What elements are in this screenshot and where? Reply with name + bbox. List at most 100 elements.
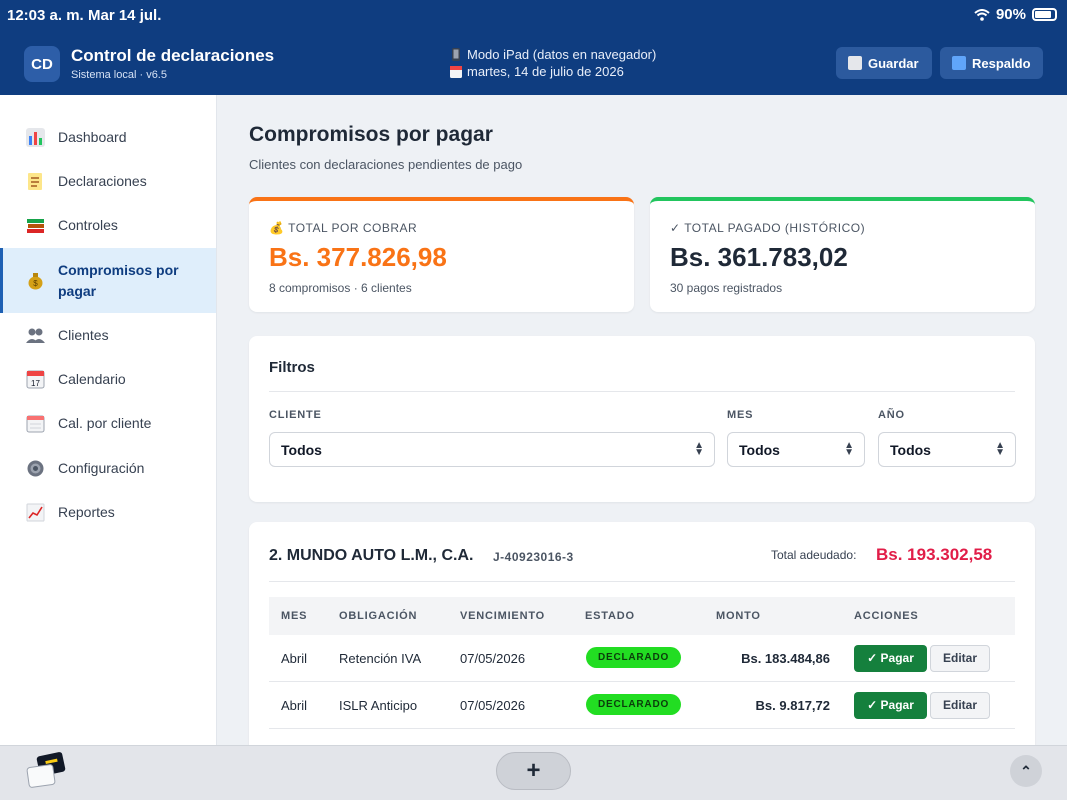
filters-card: Filtros CLIENTE MES AÑO Todos ▲ ▼ Todos ▲… [249, 336, 1035, 502]
owed-label: Total adeudado: [771, 548, 857, 562]
stat-value: Bs. 377.826,98 [269, 242, 447, 272]
sidebar-item-label: Calendario [58, 371, 126, 387]
status-date: Mar 14 jul. [88, 7, 162, 24]
pay-button[interactable]: ✓ Pagar [854, 645, 927, 672]
app-header: CD Control de declaraciones Sistema loca… [0, 30, 1067, 95]
money-bag-icon: 💰 [269, 221, 285, 235]
status-right: 90% [974, 6, 1057, 23]
sidebar-item-label: Controles [58, 217, 118, 233]
sidebar-item-declaraciones[interactable]: Declaraciones [0, 164, 216, 198]
sidebar-item-controles[interactable]: Controles [0, 208, 216, 242]
col-mes: MES [281, 610, 308, 622]
sidebar: Dashboard Declaraciones Controles $ Comp… [0, 95, 217, 745]
calendar-icon: 17 [26, 370, 45, 388]
main-content: Compromisos por pagar Clientes con decla… [217, 95, 1067, 762]
sidebar-item-clientes[interactable]: Clientes [0, 318, 216, 352]
sidebar-item-label: Reportes [58, 504, 115, 520]
sidebar-item-reportes[interactable]: Reportes [0, 495, 216, 529]
wifi-icon [974, 8, 990, 21]
cliente-label: CLIENTE [269, 409, 322, 421]
col-obligacion: OBLIGACIÓN [339, 610, 418, 622]
stat-total-por-cobrar: 💰 TOTAL POR COBRAR Bs. 377.826,98 8 comp… [249, 197, 634, 312]
backup-button[interactable]: Respaldo [940, 47, 1043, 79]
owed-value: Bs. 193.302,58 [876, 545, 993, 564]
cell-vencimiento: 07/05/2026 [460, 651, 526, 666]
mode-text: Modo iPad (datos en navegador) [467, 47, 657, 62]
stat-label: 💰 TOTAL POR COBRAR [269, 221, 418, 235]
save-button[interactable]: Guardar [836, 47, 932, 79]
col-vencimiento: VENCIMIENTO [460, 610, 545, 622]
calendar-icon [450, 66, 462, 78]
sidebar-item-label: Dashboard [58, 129, 127, 145]
col-estado: ESTADO [585, 610, 635, 622]
sidebar-item-calendario[interactable]: 17 Calendario [0, 362, 216, 396]
sidebar-item-label: Configuración [58, 460, 145, 476]
table-header: MES OBLIGACIÓN VENCIMIENTO ESTADO MONTO … [269, 597, 1015, 635]
add-button[interactable]: + [496, 752, 571, 790]
chevron-up-icon[interactable]: ⌃ [1010, 755, 1042, 787]
page-subtitle: Clientes con declaraciones pendientes de… [249, 157, 523, 172]
bottom-dock: + ⌃ [0, 745, 1067, 800]
status-bar: 12:03 a. m. Mar 14 jul. 90% [0, 0, 1067, 30]
sidebar-item-label: Clientes [58, 327, 109, 343]
col-acciones: ACCIONES [854, 610, 919, 622]
battery-percent: 90% [995, 6, 1026, 23]
phone-icon [452, 48, 460, 61]
anio-select[interactable]: Todos ▲ ▼ [878, 432, 1016, 467]
app-title: Control de declaraciones [71, 46, 275, 65]
client-card: 2. MUNDO AUTO L.M., C.A. J-40923016-3 To… [249, 522, 1035, 762]
save-button-label: Guardar [868, 55, 919, 71]
memo-icon [28, 172, 42, 190]
chevron-updown-icon: ▲ ▼ [995, 440, 1005, 458]
cell-obligacion: ISLR Anticipo [339, 698, 418, 713]
page-title: Compromisos por pagar [249, 123, 493, 146]
floppy-icon [848, 56, 862, 70]
divider [269, 581, 1015, 582]
divider [269, 391, 1015, 392]
svg-text:$: $ [33, 279, 38, 288]
money-bag-icon: $ [28, 273, 43, 290]
table-row: Abril Retención IVA 07/05/2026 DECLARADO… [269, 635, 1015, 682]
sidebar-item-dashboard[interactable]: Dashboard [0, 120, 216, 154]
pay-button[interactable]: ✓ Pagar [854, 692, 927, 719]
battery-icon [1032, 8, 1057, 21]
books-icon [27, 218, 44, 233]
status-time: 12:03 a. m. [7, 7, 84, 24]
check-icon: ✓ [670, 221, 681, 235]
col-monto: MONTO [716, 610, 761, 622]
bar-chart-icon [26, 127, 45, 147]
chevron-updown-icon: ▲ ▼ [694, 440, 704, 458]
sidebar-item-cal-cliente[interactable]: Cal. por cliente [0, 406, 216, 440]
anio-label: AÑO [878, 409, 905, 421]
mes-label: MES [727, 409, 754, 421]
chevron-updown-icon: ▲ ▼ [844, 440, 854, 458]
edit-button[interactable]: Editar [930, 645, 990, 672]
stat-total-pagado: ✓ TOTAL PAGADO (HISTÓRICO) Bs. 361.783,0… [650, 197, 1035, 312]
app-switcher-icon[interactable] [26, 752, 66, 790]
stat-value: Bs. 361.783,02 [670, 242, 848, 272]
status-badge: DECLARADO [586, 694, 681, 715]
date-text: martes, 14 de julio de 2026 [467, 64, 624, 79]
gear-icon [27, 460, 44, 476]
edit-button[interactable]: Editar [930, 692, 990, 719]
cell-mes: Abril [281, 651, 308, 666]
app-subtitle: Sistema local · v6.5 [71, 69, 167, 81]
cliente-select[interactable]: Todos ▲ ▼ [269, 432, 715, 467]
table-row: Abril ISLR Anticipo 07/05/2026 DECLARADO… [269, 682, 1015, 729]
stat-label: ✓ TOTAL PAGADO (HISTÓRICO) [670, 221, 866, 235]
cell-monto: Bs. 9.817,72 [755, 698, 830, 713]
cell-mes: Abril [281, 698, 308, 713]
sidebar-item-configuracion[interactable]: Configuración [0, 451, 216, 485]
stat-meta: 30 pagos registrados [670, 281, 783, 295]
mes-select[interactable]: Todos ▲ ▼ [727, 432, 865, 467]
status-badge: DECLARADO [586, 647, 681, 668]
filters-title: Filtros [269, 359, 315, 376]
stat-meta: 8 compromisos · 6 clientes [269, 281, 412, 295]
header-info: Modo iPad (datos en navegador) martes, 1… [449, 46, 656, 80]
spiral-calendar-icon [26, 415, 45, 432]
cell-monto: Bs. 183.484,86 [741, 651, 830, 666]
sidebar-item-compromisos[interactable]: $ Compromisos por pagar [0, 248, 216, 313]
sidebar-item-label: Compromisos por pagar [58, 261, 179, 299]
sidebar-item-label: Declaraciones [58, 173, 147, 189]
client-name: 2. MUNDO AUTO L.M., C.A. [269, 547, 474, 564]
